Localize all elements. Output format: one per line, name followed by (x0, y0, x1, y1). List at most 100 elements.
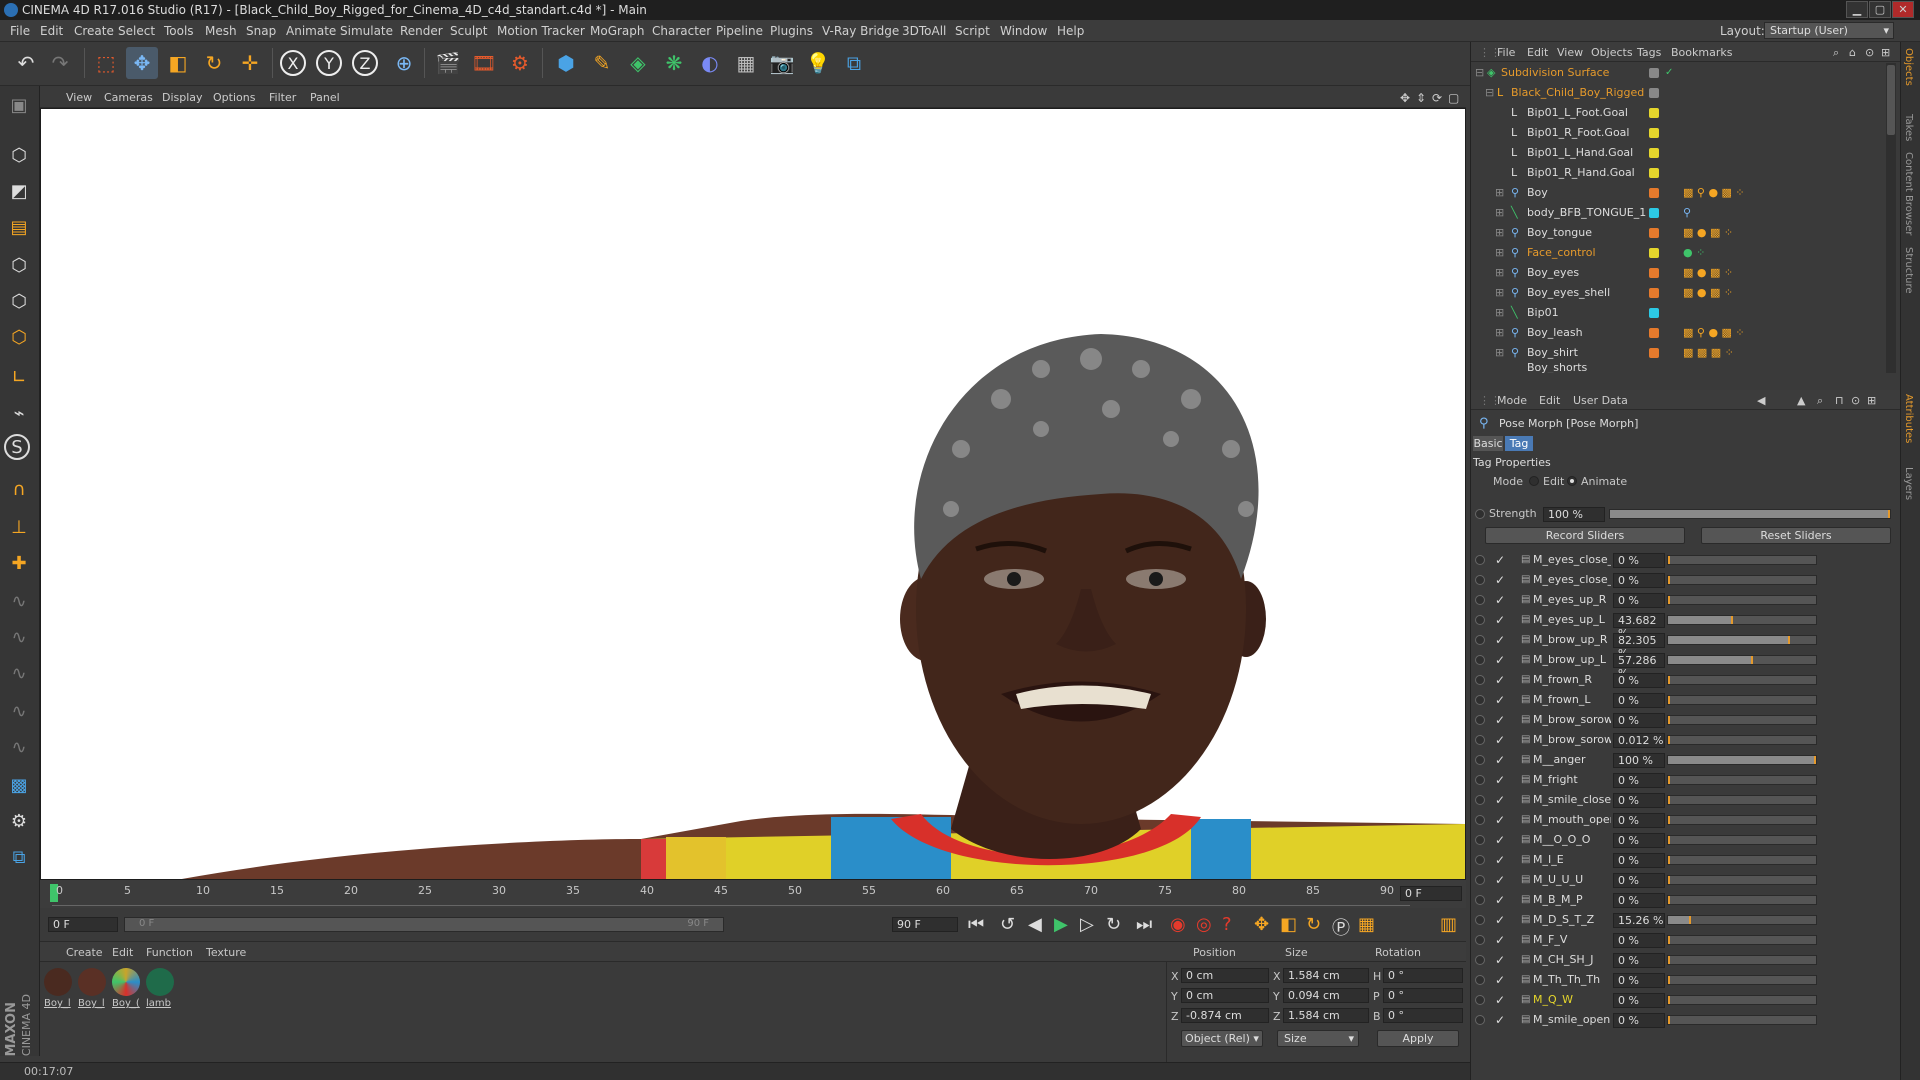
expand-icon[interactable]: ⊞ (1495, 343, 1504, 363)
morph-slider-value[interactable]: 0 % (1613, 673, 1665, 688)
material-swatch[interactable]: Boy_l (44, 968, 74, 1020)
move-icon[interactable]: ✥ (126, 47, 158, 79)
object-name[interactable]: Boy_eyes_shell (1527, 283, 1610, 303)
tag-icons[interactable]: ▩ ● ▩ ⁘ (1683, 283, 1733, 303)
menu-select[interactable]: Select (118, 24, 155, 38)
new-attribute-panel-icon[interactable]: ⊞ (1867, 394, 1876, 407)
model-mode-icon[interactable]: ⬡ (4, 140, 34, 170)
object-name[interactable]: Face_control (1527, 243, 1596, 263)
menu-3dtoall[interactable]: 3DToAll (902, 24, 946, 38)
morph-slider-value[interactable]: 0 % (1613, 993, 1665, 1008)
enabled-check-icon[interactable]: ✓ (1495, 710, 1505, 730)
viewport-menu-display[interactable]: Display (162, 91, 203, 104)
tweak-mode-icon[interactable]: ⌁ (4, 398, 34, 428)
sculpt-brush-4-icon[interactable]: ∿ (4, 696, 34, 726)
menu-window[interactable]: Window (1000, 24, 1047, 38)
expand-icon[interactable]: ⊞ (1495, 243, 1504, 263)
keyframe-selection-icon[interactable]: ? (1222, 914, 1232, 935)
viewport-menu-panel[interactable]: Panel (310, 91, 340, 104)
animation-dot-icon[interactable] (1475, 695, 1485, 705)
morph-slider-track[interactable] (1667, 815, 1817, 825)
rotation-p-field[interactable]: 0 ° (1383, 988, 1463, 1003)
mode-animate-radio[interactable] (1567, 476, 1577, 486)
expand-icon[interactable]: ⊞ (1495, 223, 1504, 243)
previous-key-icon[interactable]: ↺ (1000, 914, 1015, 935)
render-picture-viewer-icon[interactable]: 🎞 (468, 47, 500, 79)
view-options-icon[interactable]: ⊙ (1865, 46, 1874, 59)
animation-dot-icon[interactable] (1475, 615, 1485, 625)
viewport-zoom-icon[interactable]: ⇕ (1416, 91, 1426, 105)
enabled-check-icon[interactable]: ✓ (1495, 890, 1505, 910)
morph-slider-track[interactable] (1667, 555, 1817, 565)
animation-dot-icon[interactable] (1475, 735, 1485, 745)
sculpt-brush-5-icon[interactable]: ∿ (4, 732, 34, 762)
enabled-check-icon[interactable]: ✓ (1495, 590, 1505, 610)
morph-slider-value[interactable]: 0 % (1613, 893, 1665, 908)
key-parameter-icon[interactable]: Ⓟ (1332, 914, 1350, 940)
menu-sculpt[interactable]: Sculpt (450, 24, 487, 38)
morph-slider-value[interactable]: 0 % (1613, 953, 1665, 968)
animation-dot-icon[interactable] (1475, 855, 1485, 865)
menu-plugins[interactable]: Plugins (770, 24, 813, 38)
animation-dot-icon[interactable] (1475, 815, 1485, 825)
morph-slider-track[interactable] (1667, 695, 1817, 705)
scroll-thumb[interactable] (1887, 65, 1895, 135)
play-icon[interactable]: ▶ (1054, 914, 1068, 935)
back-arrow-icon[interactable]: ◀ (1757, 394, 1765, 407)
redo-icon[interactable]: ↷ (44, 47, 76, 79)
animation-dot-icon[interactable] (1475, 915, 1485, 925)
expand-icon[interactable]: ⊞ (1495, 323, 1504, 343)
material-swatch[interactable]: Boy_( (112, 968, 142, 1020)
tree-row[interactable]: L Bip01_L_Hand.Goal (1471, 143, 1886, 163)
object-name[interactable]: Bip01_L_Foot.Goal (1527, 103, 1628, 123)
animation-dot-icon[interactable] (1475, 635, 1485, 645)
objects-scrollbar[interactable] (1886, 63, 1896, 373)
layer-swatch[interactable] (1649, 88, 1659, 98)
size-x-field[interactable]: 1.584 cm (1283, 968, 1369, 983)
morph-slider-track[interactable] (1667, 735, 1817, 745)
material-menu-function[interactable]: Function (146, 946, 193, 959)
morph-slider-value[interactable]: 0 % (1613, 853, 1665, 868)
menu-render[interactable]: Render (400, 24, 443, 38)
up-arrow-icon[interactable]: ▲ (1797, 394, 1805, 407)
layer-swatch[interactable] (1649, 228, 1659, 238)
range-slider[interactable]: 0 F 90 F (124, 917, 724, 932)
expand-icon[interactable]: ⊞ (1495, 263, 1504, 283)
animation-dot-icon[interactable] (1475, 509, 1485, 519)
layer-swatch[interactable] (1649, 168, 1659, 178)
start-frame-field[interactable]: 0 F (48, 917, 118, 932)
morph-slider-track[interactable] (1667, 1015, 1817, 1025)
morph-slider-track[interactable] (1667, 595, 1817, 605)
enabled-check-icon[interactable]: ✓ (1495, 670, 1505, 690)
enabled-check-icon[interactable]: ✓ (1495, 750, 1505, 770)
rotate-icon[interactable]: ↻ (198, 47, 230, 79)
objects-menu-edit[interactable]: Edit (1527, 46, 1548, 59)
reset-sliders-button[interactable]: Reset Sliders (1701, 527, 1891, 544)
animation-dot-icon[interactable] (1475, 995, 1485, 1005)
side-tab-attributes[interactable]: Attributes (1903, 394, 1914, 443)
morph-slider-value[interactable]: 100 % (1613, 753, 1665, 768)
polygons-mode-icon[interactable]: ⬡ (4, 322, 34, 352)
coordinate-mode-select[interactable]: Object (Rel) ▾ (1181, 1030, 1263, 1047)
menu-help[interactable]: Help (1057, 24, 1084, 38)
expand-icon[interactable]: ⊟ (1475, 63, 1484, 83)
python-icon[interactable]: ⧉ (838, 47, 870, 79)
workplane-mode-icon[interactable]: ▤ (4, 212, 34, 242)
animation-dot-icon[interactable] (1475, 715, 1485, 725)
menu-motion-tracker[interactable]: Motion Tracker (497, 24, 585, 38)
tree-row[interactable]: ⊞ ⚲ Boy_leash ▩ ⚲ ● ▩ ⁘ (1471, 323, 1886, 343)
material-menu-create[interactable]: Create (66, 946, 103, 959)
viewport-menu-cameras[interactable]: Cameras (104, 91, 153, 104)
morph-slider-value[interactable]: 0 % (1613, 793, 1665, 808)
morph-slider-track[interactable] (1667, 995, 1817, 1005)
morph-slider-value[interactable]: 0 % (1613, 773, 1665, 788)
animation-dot-icon[interactable] (1475, 595, 1485, 605)
morph-slider-value[interactable]: 82.305 % (1613, 633, 1665, 660)
expand-icon[interactable]: ⊞ (1495, 303, 1504, 323)
axis-move-icon[interactable]: ✛ (234, 47, 266, 79)
tree-row[interactable]: ⊟ L Black_Child_Boy_Rigged (1471, 83, 1886, 103)
position-x-field[interactable]: 0 cm (1181, 968, 1269, 983)
make-editable-icon[interactable]: ▣ (4, 90, 34, 120)
morph-slider-value[interactable]: 15.26 % (1613, 913, 1665, 928)
close-button[interactable]: ✕ (1892, 1, 1914, 18)
